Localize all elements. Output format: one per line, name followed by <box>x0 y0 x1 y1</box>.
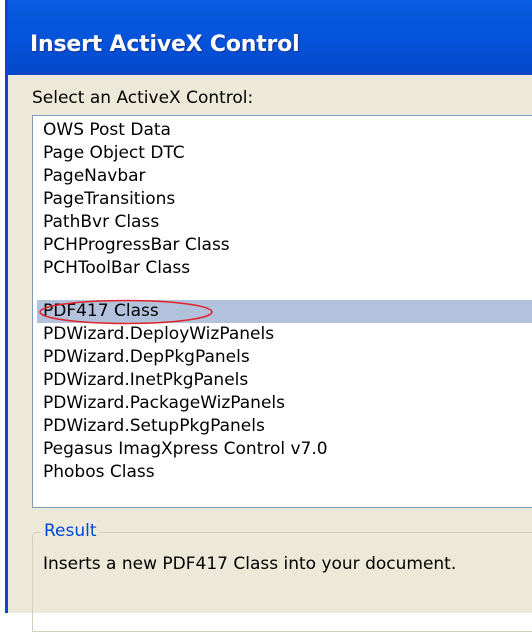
list-item-pagetransitions[interactable]: PageTransitions <box>37 188 532 211</box>
result-groupbox: Result Inserts a new PDF417 Class into y… <box>32 520 532 632</box>
list-item-pdwizard-packagewizpanels[interactable]: PDWizard.PackageWizPanels <box>37 392 532 415</box>
result-legend: Result <box>41 520 100 542</box>
result-description: Inserts a new PDF417 Class into your doc… <box>43 554 457 574</box>
title-bar[interactable]: Insert ActiveX Control <box>8 0 532 75</box>
list-item-page-object-dtc[interactable]: Page Object DTC <box>37 142 532 165</box>
select-control-label: Select an ActiveX Control: <box>32 88 254 108</box>
list-item-pdwizard-deploywizpanels[interactable]: PDWizard.DeployWizPanels <box>37 323 532 346</box>
insert-activex-dialog: Insert ActiveX Control Select an ActiveX… <box>5 0 532 632</box>
list-item-pagenavbar[interactable]: PageNavbar <box>37 165 532 188</box>
red-annotation-circle <box>39 299 213 325</box>
activex-control-listbox[interactable]: OWS Post Data Page Object DTC PageNavbar… <box>32 115 532 508</box>
dialog-title: Insert ActiveX Control <box>30 32 300 57</box>
list-item-pdwizard-setuppkgpanels[interactable]: PDWizard.SetupPkgPanels <box>37 415 532 438</box>
list-item-pdwizard-inetpkgpanels[interactable]: PDWizard.InetPkgPanels <box>37 369 532 392</box>
list-item-pchtoolbar-class[interactable]: PCHToolBar Class <box>37 257 532 280</box>
list-item-pchprogressbar-class[interactable]: PCHProgressBar Class <box>37 234 532 257</box>
list-item-pathbvr-class[interactable]: PathBvr Class <box>37 211 532 234</box>
list-item-pdwizard-deppkgpanels[interactable]: PDWizard.DepPkgPanels <box>37 346 532 369</box>
list-item-ows-post-data[interactable]: OWS Post Data <box>37 119 532 142</box>
list-item-pegasus-imagxpress-control[interactable]: Pegasus ImagXpress Control v7.0 <box>37 438 532 461</box>
list-item-phobos-class[interactable]: Phobos Class <box>37 461 532 484</box>
